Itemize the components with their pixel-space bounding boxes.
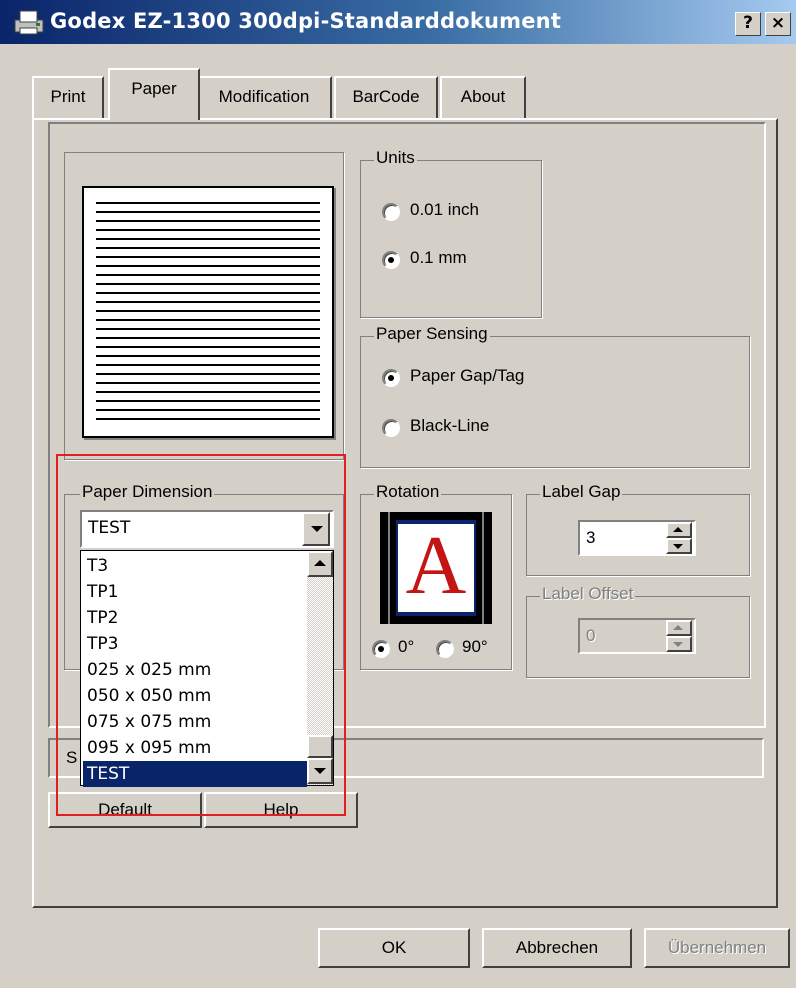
status-strip-text: S [66, 748, 78, 767]
units-label-mm: 0.1 mm [410, 248, 467, 267]
tab-paper[interactable]: Paper [108, 68, 200, 120]
close-button[interactable]: × [765, 12, 791, 36]
label-gap-spin-up[interactable] [666, 522, 692, 538]
list-item-selected[interactable]: TEST [83, 761, 307, 787]
paper-dimension-combo-value: TEST [88, 518, 131, 538]
list-item[interactable]: 095 x 095 mm [87, 735, 211, 761]
list-item[interactable]: T3 [87, 553, 108, 579]
paper-sensing-label-gap: Paper Gap/Tag [410, 366, 525, 385]
paper-sensing-group-label: Paper Sensing [374, 324, 490, 344]
paper-dimension-combobox[interactable]: TEST [80, 510, 334, 548]
ok-button[interactable]: OK [318, 928, 470, 968]
label-gap-group-label: Label Gap [540, 482, 623, 502]
units-group [360, 160, 542, 318]
rotation-preview-letter: A [405, 519, 467, 612]
rotation-label-0: 0° [398, 637, 415, 656]
label-offset-spin-up[interactable] [666, 620, 692, 636]
tab-about[interactable]: About [440, 76, 526, 118]
list-item[interactable]: TP1 [87, 579, 118, 605]
label-offset-group-label: Label Offset [540, 584, 636, 604]
tab-modification[interactable]: Modification [196, 76, 332, 118]
tab-print[interactable]: Print [32, 76, 104, 118]
label-offset-input[interactable]: 0 [578, 618, 696, 654]
label-gap-value: 3 [586, 528, 596, 547]
paper-preview [82, 186, 334, 438]
units-label-inch: 0.01 inch [410, 200, 479, 219]
label-offset-value: 0 [586, 626, 596, 645]
rotation-radio-0[interactable] [372, 640, 390, 658]
units-radio-inch[interactable] [382, 203, 400, 221]
printer-properties-dialog: Godex EZ-1300 300dpi-Standarddokument ? … [0, 0, 796, 988]
units-radio-mm[interactable] [382, 251, 400, 269]
title-bar[interactable]: Godex EZ-1300 300dpi-Standarddokument ? … [0, 0, 796, 44]
label-gap-spin-down[interactable] [666, 538, 692, 554]
chevron-up-icon [314, 560, 326, 566]
list-item[interactable]: TP2 [87, 605, 118, 631]
list-item[interactable]: 075 x 075 mm [87, 709, 211, 735]
paper-sensing-radio-gap[interactable] [382, 369, 400, 387]
scroll-up-button[interactable] [307, 551, 333, 577]
help-title-button[interactable]: ? [735, 12, 761, 36]
paper-dimension-group-label: Paper Dimension [80, 482, 215, 502]
list-item[interactable]: 025 x 025 mm [87, 657, 211, 683]
list-item[interactable]: 050 x 050 mm [87, 683, 211, 709]
rotation-radio-90[interactable] [436, 640, 454, 658]
apply-button[interactable]: Übernehmen [644, 928, 790, 968]
units-group-label: Units [374, 148, 417, 168]
default-button[interactable]: Default [48, 792, 202, 828]
rotation-preview: A [380, 512, 492, 624]
tab-barcode[interactable]: BarCode [334, 76, 438, 118]
chevron-down-icon [314, 768, 326, 774]
chevron-up-icon [673, 527, 683, 532]
paper-sensing-group [360, 336, 750, 468]
label-offset-spin-down[interactable] [666, 636, 692, 652]
rotation-group-label: Rotation [374, 482, 442, 502]
rotation-label-90: 90° [462, 637, 488, 656]
chevron-up-icon [673, 625, 683, 630]
paper-sensing-label-blackline: Black-Line [410, 416, 490, 435]
dropdown-scrollbar[interactable] [307, 551, 333, 785]
printer-icon [14, 10, 44, 35]
list-item[interactable]: TP3 [87, 631, 118, 657]
chevron-down-icon [673, 642, 683, 647]
paper-lines-graphic [96, 202, 320, 424]
scroll-thumb[interactable] [307, 735, 333, 758]
scroll-down-button[interactable] [307, 758, 333, 784]
paper-dimension-dropdown-list[interactable]: T3 TP1 TP2 TP3 025 x 025 mm 050 x 050 mm… [80, 550, 334, 787]
chevron-down-icon [673, 544, 683, 549]
window-title: Godex EZ-1300 300dpi-Standarddokument [50, 9, 562, 33]
chevron-down-icon [311, 526, 323, 532]
help-button[interactable]: Help [204, 792, 358, 828]
cancel-button[interactable]: Abbrechen [482, 928, 632, 968]
paper-sensing-radio-blackline[interactable] [382, 419, 400, 437]
paper-dimension-dropdown-button[interactable] [302, 512, 330, 546]
label-gap-input[interactable]: 3 [578, 520, 696, 556]
